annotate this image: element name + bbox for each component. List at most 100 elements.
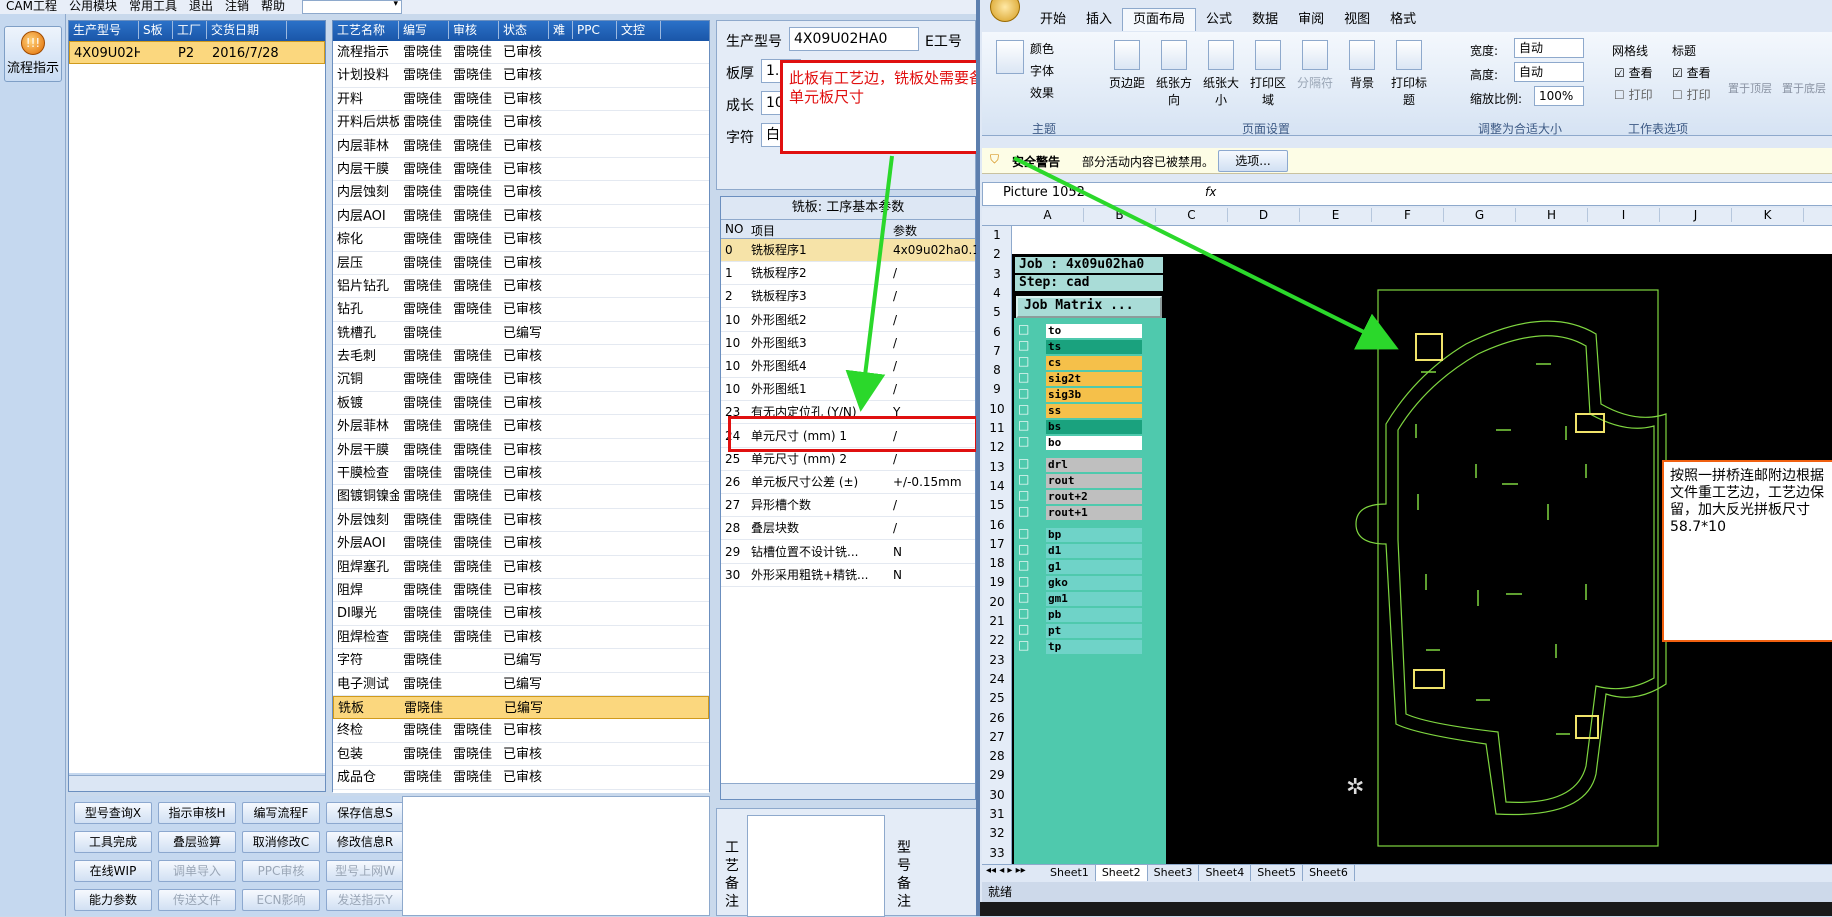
row-header[interactable]: 7 [982,342,1012,361]
layer-row[interactable]: □ sig3b [1018,386,1142,403]
width-select[interactable]: 自动 [1514,38,1584,58]
process-col-header[interactable]: 工艺名称 [333,21,399,39]
gridlines-view-checkbox[interactable]: ☑ 查看 [1614,64,1653,81]
process-row[interactable]: 电子测试 雷晓佳 已编写 [333,673,709,696]
layer-row[interactable]: □ g1 [1018,558,1142,575]
column-header[interactable]: F [1372,208,1444,222]
row-header[interactable]: 4 [982,284,1012,303]
menu-item[interactable]: 退出 [189,0,213,13]
process-guide-button[interactable]: !!! 流程指示 [4,26,62,82]
layer-row[interactable]: □ cs [1018,354,1142,371]
row-header[interactable]: 11 [982,419,1012,438]
process-row[interactable]: 内层AOI 雷晓佳 雷晓佳 已审核 [333,205,709,229]
process-row[interactable]: 阻焊塞孔 雷晓佳 雷晓佳 已审核 [333,556,709,579]
params-row[interactable]: 0 铣板程序1 4x09u02ha0.1 [721,239,979,262]
sheet-nav-icon[interactable]: ◂◂ ◂ ▸ ▸▸ [986,865,1026,876]
process-col-header[interactable]: 难 [549,21,573,39]
row-header[interactable]: 31 [982,805,1012,824]
process-row[interactable]: 层压 雷晓佳 雷晓佳 已审核 [333,252,709,275]
action-button[interactable]: 能力参数 [74,889,152,911]
ribbon-tab[interactable]: 视图 [1334,9,1380,31]
params-row[interactable]: 30 外形采用粗铣+精铣... N [721,564,975,587]
layer-checkbox[interactable]: □ [1018,322,1029,336]
orders-col-header[interactable]: 工厂 [173,21,207,39]
layer-row[interactable]: □ rout [1018,472,1142,489]
page-setup-button[interactable]: 分隔符 [1292,36,1338,116]
params-row[interactable]: 10 外形图纸3 / [721,332,975,355]
order-row[interactable]: 4X09U02HA0 P2 2016/7/28 [69,41,325,64]
process-row[interactable]: 外层干膜 雷晓佳 雷晓佳 已审核 [333,439,709,463]
process-row[interactable]: 沉铜 雷晓佳 雷晓佳 已审核 [333,368,709,392]
row-header[interactable]: 19 [982,573,1012,592]
action-button[interactable]: 修改信息R [326,831,404,853]
action-button[interactable]: 发送指示Y [326,889,404,911]
security-options-button[interactable]: 选项... [1218,150,1288,172]
column-header[interactable]: H [1516,208,1588,222]
layer-checkbox[interactable]: □ [1018,354,1029,368]
layer-checkbox[interactable]: □ [1018,526,1029,540]
layer-checkbox[interactable]: □ [1018,456,1029,470]
action-button[interactable]: 工具完成 [74,831,152,853]
action-button[interactable]: PPC审核 [242,860,320,882]
row-header[interactable]: 22 [982,631,1012,650]
action-button[interactable]: 传送文件 [158,889,236,911]
ribbon-tab[interactable]: 插入 [1076,9,1122,31]
page-setup-button[interactable]: 打印标题 [1386,36,1432,116]
params-row[interactable]: 2 铣板程序3 / [721,285,975,309]
layer-checkbox[interactable]: □ [1018,402,1029,416]
process-row[interactable]: 去毛刺 雷晓佳 雷晓佳 已审核 [333,345,709,369]
row-header[interactable]: 15 [982,496,1012,515]
ribbon-tab[interactable]: 审阅 [1288,9,1334,31]
row-header[interactable]: 25 [982,689,1012,708]
process-note-field[interactable] [747,815,885,917]
layer-row[interactable]: □ drl [1018,456,1142,473]
process-row[interactable]: 开料后烘板雷晓佳 雷晓佳 已审核 [333,111,709,135]
layer-checkbox[interactable]: □ [1018,590,1029,604]
layer-row[interactable]: □ tp [1018,638,1142,655]
process-row[interactable]: 外层AOI 雷晓佳 雷晓佳 已审核 [333,532,709,556]
layer-checkbox[interactable]: □ [1018,434,1029,448]
layer-checkbox[interactable]: □ [1018,370,1029,384]
layer-row[interactable]: □ rout+2 [1018,488,1142,505]
process-col-header[interactable]: 审核 [449,21,499,39]
headings-print-checkbox[interactable]: ☐ 打印 [1672,86,1711,103]
action-button[interactable]: 叠层验算 [158,831,236,853]
process-row[interactable]: 铝片钻孔 雷晓佳 雷晓佳 已审核 [333,275,709,299]
row-header[interactable]: 30 [982,786,1012,805]
action-button[interactable]: 编写流程F [242,802,320,824]
send-back-button[interactable]: 置于底层 [1782,80,1826,96]
process-row[interactable]: 开料 雷晓佳 雷晓佳 已审核 [333,88,709,112]
ribbon-tab[interactable]: 开始 [1030,9,1076,31]
layer-row[interactable]: □ d1 [1018,542,1142,559]
process-row[interactable]: 阻焊检查 雷晓佳 雷晓佳 已审核 [333,626,709,650]
layer-checkbox[interactable]: □ [1018,606,1029,620]
action-button[interactable]: 调单导入 [158,860,236,882]
process-row[interactable]: DI曝光 雷晓佳 雷晓佳 已审核 [333,602,709,626]
column-header[interactable]: I [1588,208,1660,222]
process-row[interactable]: 阻焊 雷晓佳 雷晓佳 已审核 [333,579,709,603]
name-box[interactable]: Picture 1052 [1003,185,1085,200]
action-button[interactable]: 在线WIP [74,860,152,882]
layer-row[interactable]: □ ss [1018,402,1142,419]
column-header[interactable]: D [1228,208,1300,222]
themes-button[interactable] [996,40,1024,74]
row-header[interactable]: 14 [982,477,1012,496]
action-button[interactable]: 型号查询X [74,802,152,824]
layer-row[interactable]: □ to [1018,322,1142,339]
row-header[interactable]: 3 [982,265,1012,284]
row-header[interactable]: 6 [982,323,1012,342]
column-header[interactable]: C [1156,208,1228,222]
action-button[interactable]: 指示审核H [158,802,236,824]
layer-checkbox[interactable]: □ [1018,338,1029,352]
sheet-tab[interactable]: Sheet4 [1199,865,1252,881]
process-row[interactable]: 字符 雷晓佳 已编写 [333,649,709,673]
layer-checkbox[interactable]: □ [1018,638,1029,652]
process-row[interactable]: 铣板 雷晓佳 已编写 [333,695,709,720]
process-row[interactable]: 内层蚀刻 雷晓佳 雷晓佳 已审核 [333,181,709,205]
cam-picture[interactable]: Job : 4x09u02ha0 Step: cad Job Matrix ..… [1012,254,1832,864]
menu-dropdown[interactable]: ▾ [302,0,402,14]
params-row[interactable]: 10 外形图纸4 / [721,355,975,378]
menu-item[interactable]: 注销 [225,0,249,13]
layer-row[interactable]: □ rout+1 [1018,504,1142,521]
layer-row[interactable]: □ gko [1018,574,1142,591]
